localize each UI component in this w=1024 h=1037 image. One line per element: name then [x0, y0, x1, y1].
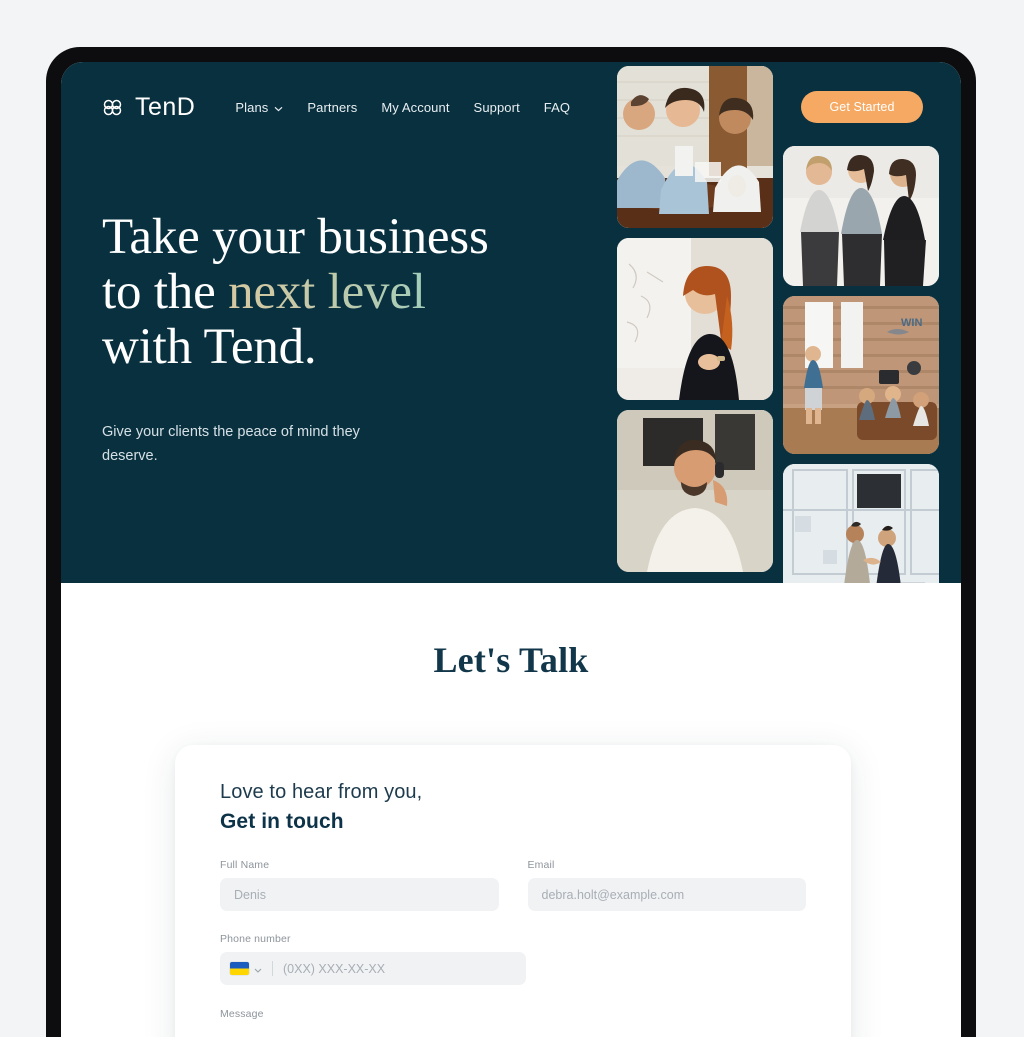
email-label: Email [527, 859, 555, 871]
full-name-field-group: Full Name [220, 859, 499, 911]
logo[interactable]: TenD [102, 92, 196, 121]
phone-number-input[interactable] [283, 961, 516, 976]
collage-photo-handshake [783, 464, 939, 583]
hero-subtitle: Give your clients the peace of mind they… [102, 424, 360, 464]
nav-link-partners[interactable]: Partners [307, 100, 357, 115]
collage-column-right: WIN [783, 62, 939, 583]
email-input[interactable] [527, 878, 806, 911]
hero-title-accent: next level [228, 264, 426, 320]
hero-title-line-2-prefix: to the [102, 264, 229, 320]
collage-photo-office-presentation: WIN [783, 296, 939, 454]
message-label: Message [220, 1008, 264, 1020]
nav-links: Plans Partners My Account Support FAQ [235, 100, 570, 115]
collage-column-left [617, 62, 773, 583]
phone-label: Phone number [220, 933, 291, 945]
page-title: Take your business to the next level wit… [102, 210, 602, 375]
full-name-label: Full Name [220, 859, 270, 871]
collage-photo-woman-whiteboard [617, 238, 773, 400]
country-code-select[interactable] [230, 960, 262, 978]
chevron-down-icon [274, 100, 283, 115]
logo-text: TenD [135, 92, 196, 121]
hero-title-line-3: with Tend. [102, 319, 317, 375]
hero-photo-collage: WIN [617, 62, 939, 583]
full-name-input[interactable] [220, 878, 499, 911]
get-started-button[interactable]: Get Started [801, 91, 923, 123]
form-eyebrow: Love to hear from you, [220, 781, 423, 803]
nav-link-support[interactable]: Support [474, 100, 520, 115]
svg-text:WIN: WIN [901, 317, 922, 329]
phone-field-group: Phone number [220, 933, 526, 985]
contact-form-card: Love to hear from you, Get in touch Full… [175, 745, 851, 1037]
email-field-group: Email [527, 859, 806, 911]
lets-talk-heading: Let's Talk [433, 640, 589, 680]
form-title: Get in touch [220, 810, 344, 833]
device-frame: WIN TenD Plans Partners My Account Suppo… [46, 47, 976, 1037]
phone-input-wrapper [220, 952, 526, 985]
nav-link-plans[interactable]: Plans [235, 100, 283, 115]
ukraine-flag-icon [230, 962, 249, 975]
nav-link-my-account[interactable]: My Account [381, 100, 449, 115]
hero-title-line-1: Take your business [102, 209, 489, 265]
navbar: TenD Plans Partners My Account Support F… [61, 84, 961, 130]
message-field-group: Message [220, 1008, 806, 1020]
collage-photo-man-phone [617, 410, 773, 572]
tend-flower-icon [102, 99, 126, 116]
form-field-row: Full Name Email [220, 859, 806, 911]
chevron-down-icon [254, 960, 262, 978]
phone-divider [272, 961, 273, 976]
device-screen: WIN TenD Plans Partners My Account Suppo… [61, 62, 961, 1037]
nav-link-plans-label: Plans [235, 99, 269, 115]
collage-photo-three-women [783, 146, 939, 286]
nav-link-faq[interactable]: FAQ [544, 100, 570, 115]
hero-copy: Take your business to the next level wit… [102, 210, 602, 468]
hero-section: WIN TenD Plans Partners My Account Suppo… [61, 62, 961, 583]
